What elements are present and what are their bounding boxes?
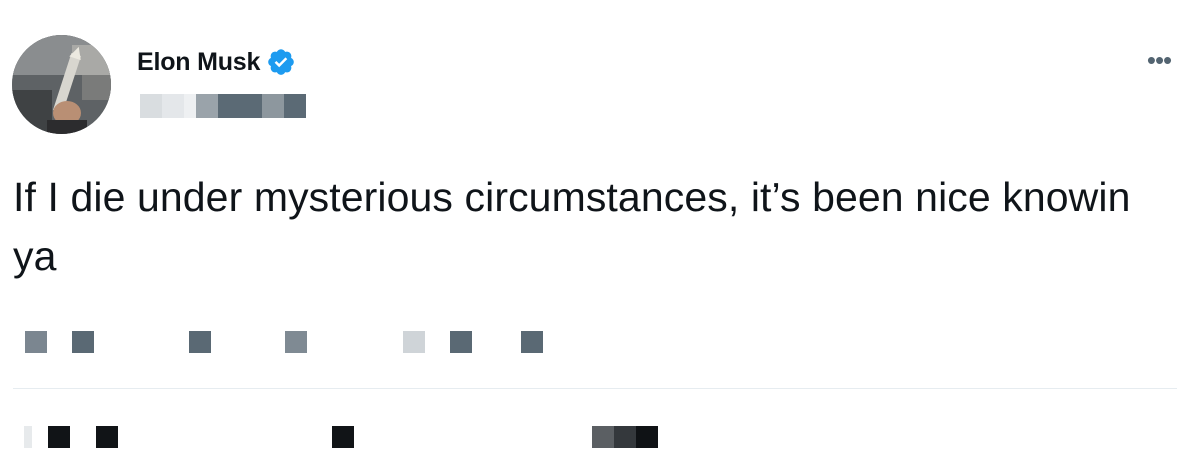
pixel-block bbox=[162, 94, 184, 118]
pixel-block bbox=[96, 426, 118, 448]
divider bbox=[13, 388, 1177, 389]
pixel-block bbox=[636, 426, 658, 448]
avatar[interactable] bbox=[12, 35, 111, 134]
pixel-block bbox=[332, 426, 354, 448]
author-display-name[interactable]: Elon Musk bbox=[137, 48, 260, 77]
pixel-block bbox=[72, 331, 94, 353]
author-name-row: Elon Musk bbox=[137, 46, 296, 78]
pixel-block bbox=[24, 426, 32, 448]
pixel-block bbox=[521, 331, 543, 353]
pixel-block bbox=[25, 331, 47, 353]
tweet-card: Elon Musk ••• If I die under mysterious … bbox=[0, 0, 1200, 473]
pixel-block bbox=[592, 426, 614, 448]
author-handle-pixelated[interactable] bbox=[140, 94, 306, 118]
pixel-block bbox=[284, 94, 306, 118]
profile-photo-icon bbox=[12, 35, 111, 134]
pixel-block bbox=[403, 331, 425, 353]
pixel-block bbox=[262, 94, 284, 118]
pixel-block bbox=[285, 331, 307, 353]
pixel-block bbox=[196, 94, 218, 118]
pixel-block bbox=[48, 426, 70, 448]
pixel-block bbox=[184, 94, 196, 118]
more-options-icon[interactable]: ••• bbox=[1139, 47, 1179, 73]
pixel-block bbox=[140, 94, 162, 118]
pixel-block bbox=[614, 426, 636, 448]
verified-badge-icon bbox=[266, 47, 296, 77]
pixel-block bbox=[450, 331, 472, 353]
pixel-block bbox=[189, 331, 211, 353]
tweet-text: If I die under mysterious circumstances,… bbox=[13, 174, 1131, 279]
pixel-block bbox=[218, 94, 262, 118]
